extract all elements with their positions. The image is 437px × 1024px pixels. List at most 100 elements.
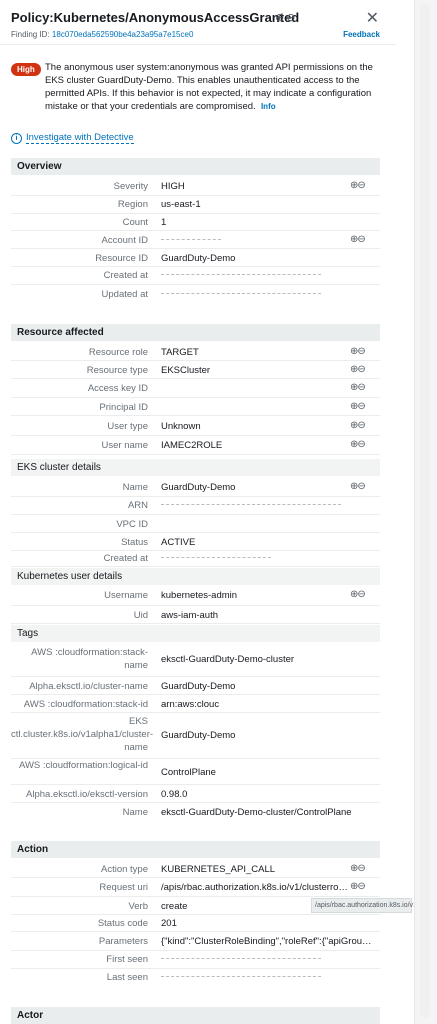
eks-row-arn: ARN	[11, 497, 380, 515]
row-label: AWS :cloudformation:stack-name	[31, 647, 148, 671]
resource-row-type: Resource type EKSCluster ⊕⊖	[11, 361, 380, 379]
row-value: 0.98.0	[161, 789, 188, 800]
filter-zoom-icons[interactable]: ⊕⊖	[350, 863, 366, 874]
investigate-label[interactable]: Investigate with Detective	[26, 132, 134, 144]
row-label: Resource role	[88, 347, 148, 358]
title-zoom-icons[interactable]: ⊕ ⊖	[275, 11, 295, 24]
row-label: Status code	[97, 918, 148, 929]
row-value: ACTIVE	[161, 537, 196, 548]
row-label: Uid	[133, 610, 148, 621]
row-value: kubernetes-admin	[161, 590, 238, 601]
row-value: eksctl-GuardDuty-Demo-cluster	[161, 654, 295, 665]
redacted-value	[161, 270, 346, 281]
k8s-user-heading: Kubernetes user details	[11, 568, 380, 585]
row-label: EKS ctl.cluster.k8s.io/v1alpha1/cluster-…	[11, 716, 154, 753]
row-value: arn:aws:clouc	[161, 699, 220, 710]
row-label: Name	[122, 807, 148, 818]
row-label: Name	[122, 482, 148, 493]
filter-zoom-icons[interactable]: ⊕⊖	[350, 382, 366, 393]
scrollbar-thumb[interactable]	[420, 4, 430, 1018]
overview-row-account-id: Account ID ⊕⊖	[11, 231, 380, 249]
info-icon: i	[11, 132, 22, 144]
scrollbar[interactable]	[414, 0, 437, 1024]
row-value: GuardDuty-Demo	[161, 253, 236, 264]
tag-row: AWS :cloudformation:stack-name eksctl-Gu…	[11, 643, 380, 677]
row-value: GuardDuty-Demo	[161, 681, 236, 692]
row-label: Status	[121, 537, 148, 548]
resource-row-principal: Principal ID ⊕⊖	[11, 398, 380, 416]
row-value: TARGET	[161, 347, 199, 358]
overview-row-severity: Severity HIGH ⊕⊖	[11, 177, 380, 196]
filter-zoom-icons[interactable]: ⊕⊖	[350, 420, 366, 431]
k8s-row-username: Username kubernetes-admin ⊕⊖	[11, 586, 380, 606]
redacted-value	[161, 235, 346, 246]
filter-zoom-icons[interactable]: ⊕⊖	[350, 589, 366, 600]
redacted-value	[161, 954, 346, 965]
row-label: Severity	[113, 181, 148, 192]
investigate-detective-link[interactable]: i Investigate with Detective	[11, 132, 134, 144]
action-row-parameters: Parameters {"kind":"ClusterRoleBinding",…	[11, 932, 380, 951]
redacted-value	[161, 553, 346, 564]
finding-id-value[interactable]: 18c070eda562590be4a23a95a7e15ce0	[52, 30, 193, 39]
row-label: Resource type	[86, 365, 148, 376]
k8s-row-uid: Uid aws-iam-auth	[11, 606, 380, 624]
row-value: EKSCluster	[161, 365, 211, 376]
finding-id: Finding ID: 18c070eda562590be4a23a95a7e1…	[11, 30, 193, 39]
finding-details-panel: Policy:Kubernetes/AnonymousAccessGranted…	[0, 0, 414, 1024]
overview-row-resource-id: Resource ID GuardDuty-Demo	[11, 249, 380, 267]
row-label: Verb	[128, 901, 148, 912]
tag-row: Alpha.eksctl.io/cluster-name GuardDuty-D…	[11, 677, 380, 695]
tag-row: Name eksctl-GuardDuty-Demo-cluster/Contr…	[11, 803, 380, 823]
eks-row-status: Status ACTIVE	[11, 533, 380, 551]
row-label: First seen	[106, 954, 148, 965]
action-row-first-seen: First seen	[11, 951, 380, 969]
row-value[interactable]: /apis/rbac.authorization.k8s.io/v1/clust…	[161, 882, 349, 893]
resource-row-user-type: User type Unknown ⊕⊖	[11, 416, 380, 436]
row-value: GuardDuty-Demo	[161, 730, 236, 741]
action-heading: Action	[11, 841, 380, 858]
filter-zoom-icons[interactable]: ⊕⊖	[350, 346, 366, 357]
row-value: HIGH	[161, 181, 185, 192]
row-label: AWS :cloudformation:logical-id	[18, 760, 148, 771]
row-label: Parameters	[98, 936, 148, 947]
resource-row-access-key: Access key ID ⊕⊖	[11, 379, 380, 398]
row-label: ARN	[127, 500, 148, 511]
row-value: KUBERNETES_API_CALL	[161, 864, 276, 875]
description-text: The anonymous user system:anonymous was …	[45, 62, 373, 112]
action-row-request-uri: Request uri /apis/rbac.authorization.k8s…	[11, 878, 380, 897]
row-value: ControlPlane	[161, 767, 216, 778]
row-value: GuardDuty-Demo	[161, 482, 236, 493]
redacted-value	[161, 972, 346, 983]
row-value: 201	[161, 918, 177, 929]
overview-row-updated-at: Updated at	[11, 285, 380, 306]
zoom-in-icon[interactable]: ⊕	[275, 11, 284, 24]
filter-zoom-icons[interactable]: ⊕⊖	[350, 481, 366, 492]
actor-heading: Actor	[11, 1007, 380, 1024]
finding-description: The anonymous user system:anonymous was …	[45, 61, 380, 113]
row-label: Region	[117, 199, 148, 210]
filter-zoom-icons[interactable]: ⊕⊖	[350, 881, 366, 892]
filter-zoom-icons[interactable]: ⊕⊖	[350, 439, 366, 450]
close-icon[interactable]: ✕	[366, 8, 379, 28]
info-link[interactable]: Info	[261, 102, 276, 111]
redacted-value	[161, 500, 346, 511]
row-label: Alpha.eksctl.io/eksctl-version	[26, 789, 148, 800]
filter-zoom-icons[interactable]: ⊕⊖	[350, 401, 366, 412]
feedback-link[interactable]: Feedback	[343, 30, 380, 39]
redacted-value	[161, 289, 346, 300]
row-value[interactable]: {"kind":"ClusterRoleBinding","roleRef":{…	[161, 936, 376, 947]
row-label: Count	[122, 217, 148, 228]
eks-row-name: Name GuardDuty-Demo ⊕⊖	[11, 477, 380, 497]
filter-zoom-icons[interactable]: ⊕⊖	[350, 364, 366, 375]
zoom-out-icon[interactable]: ⊖	[286, 11, 295, 24]
row-label: User type	[107, 421, 148, 432]
row-value: IAMEC2ROLE	[161, 440, 223, 451]
filter-zoom-icons[interactable]: ⊕⊖	[350, 180, 366, 191]
row-label: Principal ID	[99, 402, 148, 413]
finding-title: Policy:Kubernetes/AnonymousAccessGranted	[11, 10, 300, 25]
resource-row-role: Resource role TARGET ⊕⊖	[11, 343, 380, 361]
eks-row-vpc: VPC ID	[11, 515, 380, 533]
resource-row-user-name: User name IAMEC2ROLE ⊕⊖	[11, 436, 380, 455]
filter-zoom-icons[interactable]: ⊕⊖	[350, 234, 366, 245]
action-row-type: Action type KUBERNETES_API_CALL ⊕⊖	[11, 860, 380, 878]
